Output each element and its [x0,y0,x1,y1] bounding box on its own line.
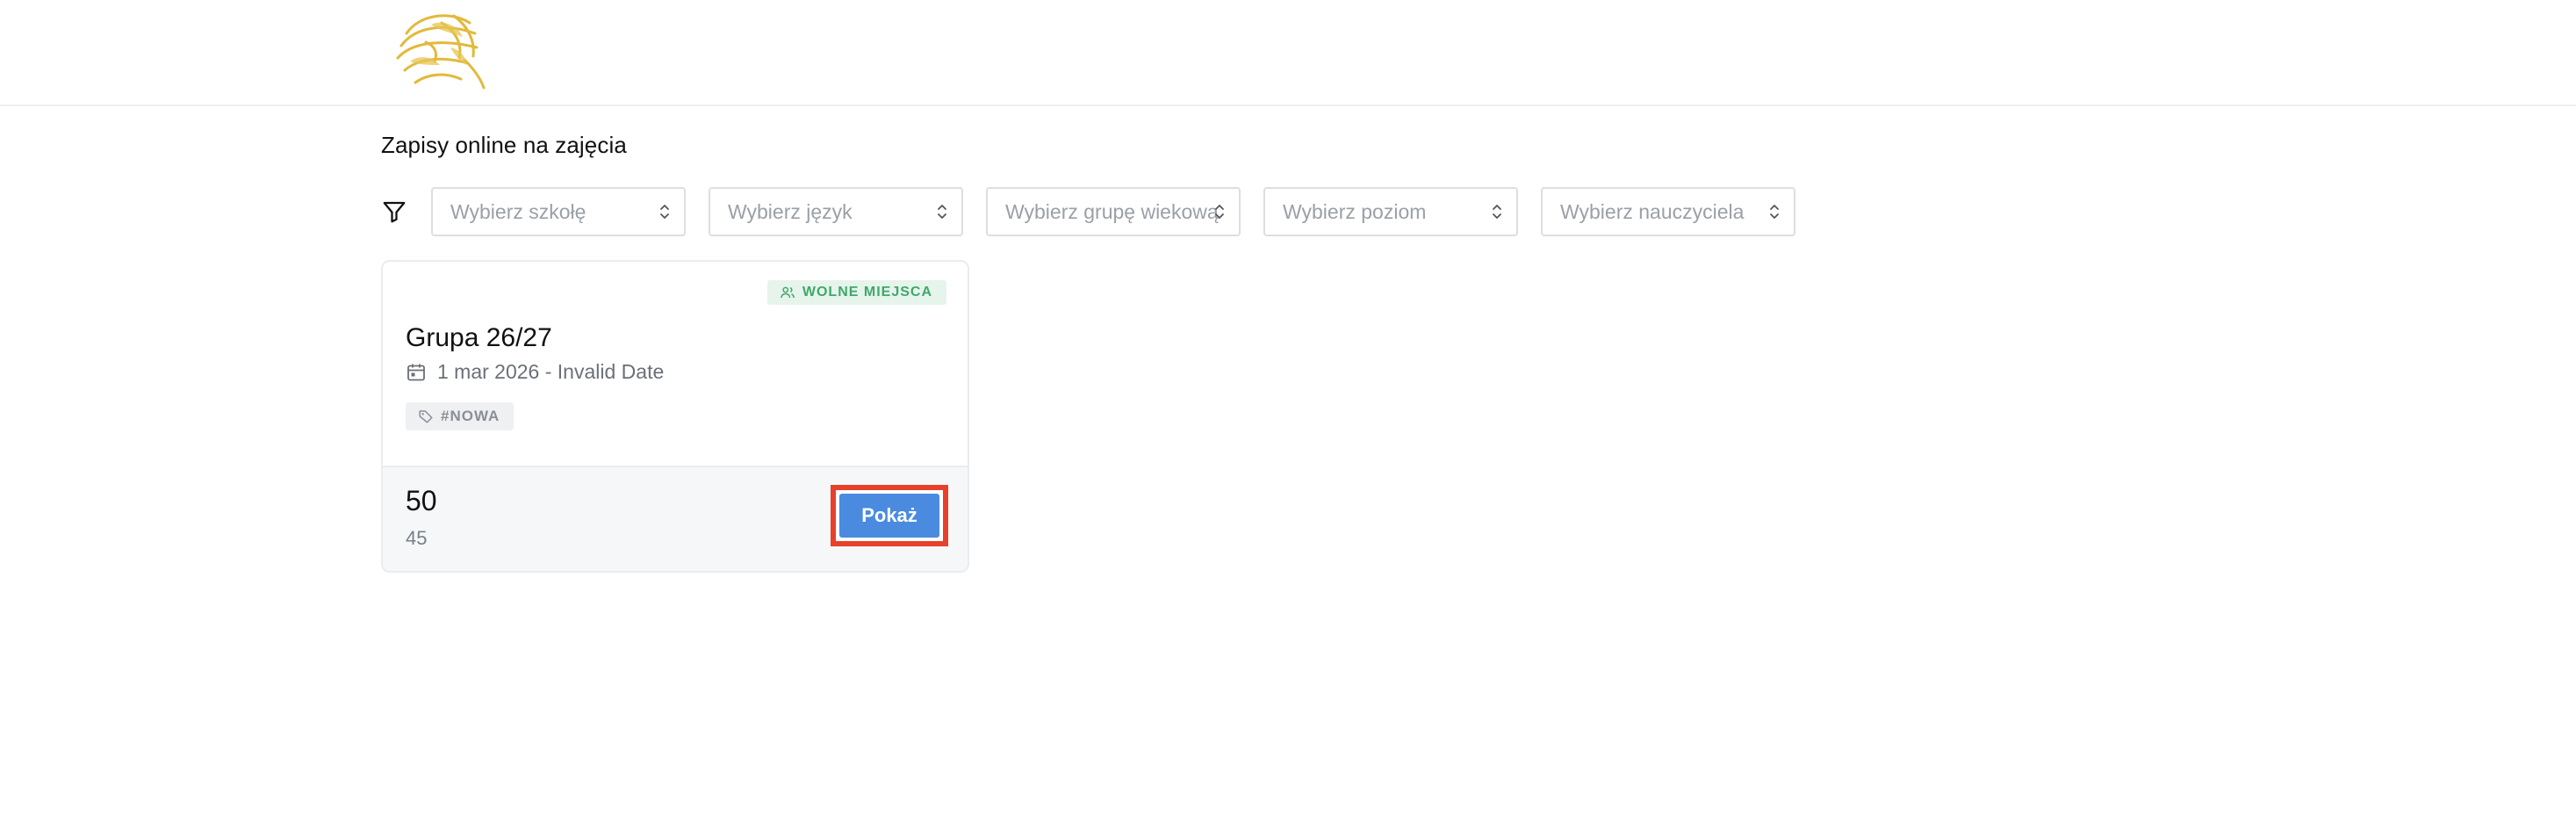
group-card: WOLNE MIEJSCA Grupa 26/27 1 mar 2026 - I… [381,260,969,573]
level-select-placeholder: Wybierz poziom [1283,200,1427,223]
availability-badge-label: WOLNE MIEJSCA [802,285,932,300]
chevron-up-down-icon [660,205,669,219]
school-select-placeholder: Wybierz szkołę [450,200,586,223]
language-select-placeholder: Wybierz język [728,200,853,223]
group-name: Grupa 26/27 [406,323,552,352]
school-select[interactable]: Wybierz szkołę [431,187,686,236]
tag-icon [419,410,433,423]
lion-logo[interactable] [389,7,491,93]
show-button-highlight: Pokaż [831,485,948,546]
users-icon [781,286,795,299]
group-card-footer: 50 45 Pokaż [383,466,968,571]
group-tag: #NOWA [406,402,514,430]
group-card-body: WOLNE MIEJSCA Grupa 26/27 1 mar 2026 - I… [383,262,968,466]
calendar-icon [407,364,425,380]
price-main: 50 [406,485,437,517]
availability-badge: WOLNE MIEJSCA [766,280,946,305]
teacher-select-placeholder: Wybierz nauczyciela [1560,200,1745,223]
group-tag-label: #NOWA [441,408,500,424]
chevron-up-down-icon [1215,205,1224,219]
chevron-up-down-icon [1493,205,1501,219]
level-select[interactable]: Wybierz poziom [1263,187,1518,236]
show-button[interactable]: Pokaż [839,494,939,538]
top-header [0,0,2576,106]
chevron-up-down-icon [938,205,946,219]
chevron-up-down-icon [1770,205,1779,219]
language-select[interactable]: Wybierz język [709,187,963,236]
age-group-select[interactable]: Wybierz grupę wiekową [986,187,1241,236]
filter-icon [383,201,406,223]
page-title: Zapisy online na zajęcia [381,132,627,158]
teacher-select[interactable]: Wybierz nauczyciela [1541,187,1795,236]
age-group-select-placeholder: Wybierz grupę wiekową [1005,200,1219,223]
group-date-text: 1 mar 2026 - Invalid Date [437,360,665,383]
group-date: 1 mar 2026 - Invalid Date [406,360,664,384]
price-sub: 45 [406,527,428,549]
